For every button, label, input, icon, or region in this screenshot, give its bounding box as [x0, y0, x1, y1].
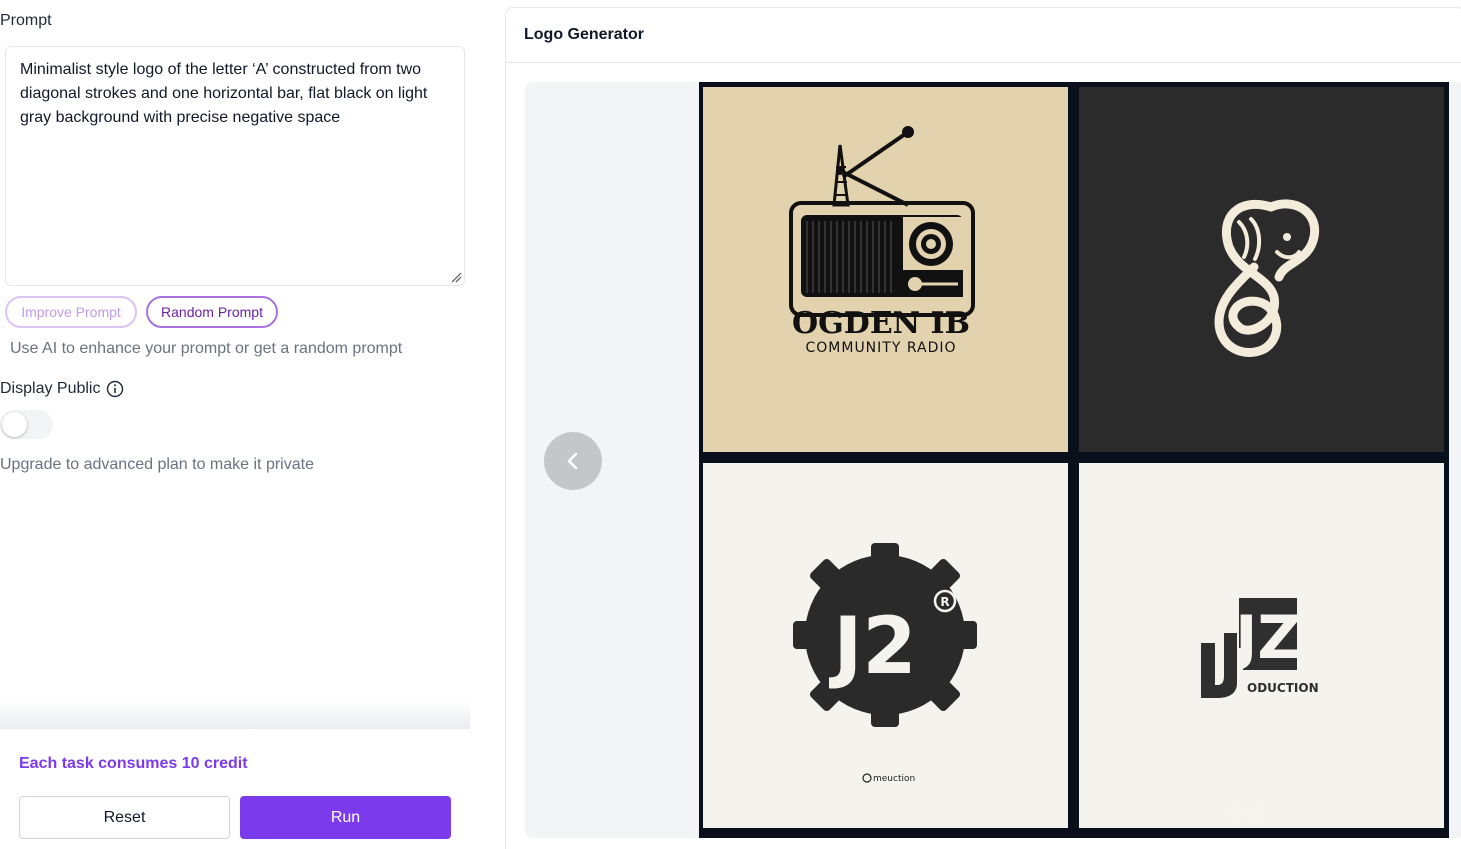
output-panel: Logo Generator OGDEN IB COMMUNITY RADIO … [505, 7, 1461, 849]
seahorse-logo-icon [1214, 199, 1320, 357]
app-root: Prompt Minimalist style logo of the lett… [0, 0, 1461, 849]
svg-text:R: R [940, 595, 949, 609]
j2-gear-logo-icon: J2 R meuction [793, 543, 977, 784]
settings-panel: Prompt Minimalist style logo of the lett… [0, 0, 476, 849]
output-header: Logo Generator [506, 8, 1461, 63]
radio-logo-title: OGDEN IB [792, 306, 970, 341]
generated-image-2[interactable] [1079, 87, 1444, 452]
reset-button[interactable]: Reset [19, 796, 230, 839]
carousel-dot[interactable] [1229, 806, 1243, 820]
bottom-fade [0, 700, 470, 730]
credit-note: Each task consumes 10 credit [19, 755, 248, 772]
resize-grip-icon[interactable] [450, 271, 462, 283]
j2-small-text: meuction [873, 774, 915, 784]
j2-mark: J2 [828, 602, 916, 692]
run-button[interactable]: Run [240, 796, 451, 839]
jz-logo-icon: JZ ODUCTION [1199, 598, 1319, 698]
carousel-dots [1229, 806, 1265, 820]
display-public-toggle[interactable] [0, 410, 53, 439]
generated-image-1[interactable]: OGDEN IB COMMUNITY RADIO [703, 87, 1068, 452]
generated-image-3[interactable]: J2 R meuction [703, 463, 1068, 828]
chevron-left-icon [567, 452, 578, 470]
radio-logo-subtitle: COMMUNITY RADIO [805, 340, 956, 356]
prompt-textarea[interactable]: Minimalist style logo of the letter ‘A’ … [5, 46, 465, 286]
upgrade-note: Upgrade to advanced plan to make it priv… [0, 456, 314, 473]
display-public-label: Display Public [0, 380, 101, 397]
toggle-knob [2, 412, 27, 437]
carousel-dot[interactable] [1251, 806, 1265, 820]
improve-prompt-button[interactable]: Improve Prompt [5, 296, 137, 328]
jz-wordmark: ODUCTION [1247, 681, 1319, 695]
image-gallery: OGDEN IB COMMUNITY RADIO J2 R meuction J… [525, 82, 1461, 838]
prompt-hint: Use AI to enhance your prompt or get a r… [10, 340, 403, 357]
panel-title: Logo Generator [524, 26, 645, 43]
random-prompt-button[interactable]: Random Prompt [146, 296, 278, 328]
generated-image-4[interactable]: JZ ODUCTION [1079, 463, 1444, 828]
previous-image-button[interactable] [544, 432, 602, 490]
radio-logo-icon: OGDEN IB COMMUNITY RADIO [789, 126, 975, 356]
display-public-row: Display Public [0, 380, 124, 398]
prompt-label: Prompt [0, 12, 52, 29]
info-icon[interactable] [106, 380, 124, 398]
generated-image-grid[interactable]: OGDEN IB COMMUNITY RADIO J2 R meuction J… [699, 82, 1449, 838]
